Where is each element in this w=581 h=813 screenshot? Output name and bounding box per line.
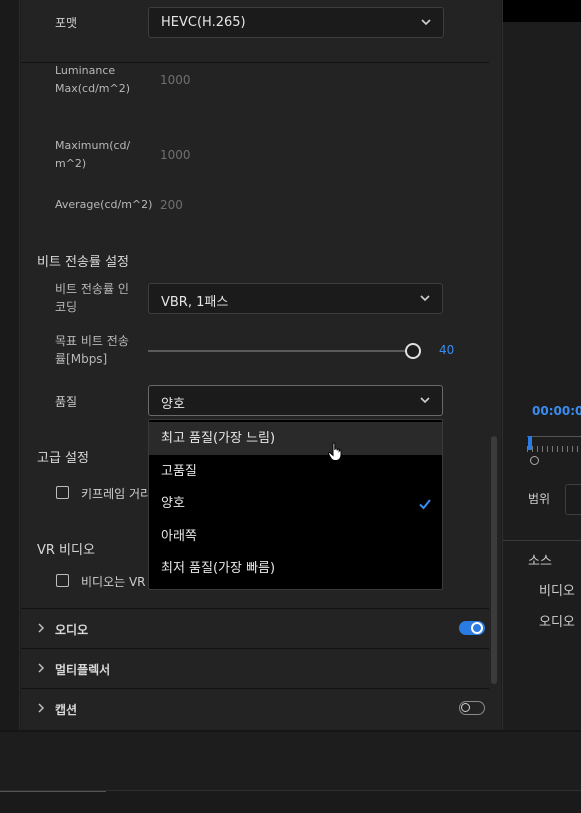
chevron-right-icon <box>38 663 45 673</box>
quality-option[interactable]: 양호 <box>149 487 442 520</box>
quality-select-value: 양호 <box>161 397 185 412</box>
advanced-section-title: 고급 설정 <box>37 451 89 466</box>
bottom-tab-indicator <box>0 791 106 792</box>
captions-section-label: 캡션 <box>55 703 78 717</box>
audio-section-label: 오디오 <box>55 623 89 637</box>
target-bitrate-value[interactable]: 40 <box>439 343 454 357</box>
quality-select[interactable]: 양호 <box>148 385 443 416</box>
source-audio-label: 오디오 <box>539 615 575 630</box>
target-bitrate-label: 목표 비트 전송 률[Mbps] <box>55 334 129 366</box>
toggle-knob <box>461 703 470 712</box>
vr-section-title: VR 비디오 <box>37 543 95 558</box>
chevron-right-icon <box>38 623 45 633</box>
source-label: 소스 <box>528 554 552 569</box>
keyframe-checkbox-label: 키프레임 거리 <box>81 487 152 501</box>
left-strip <box>0 0 20 730</box>
captions-section-header[interactable]: 캡션 <box>21 689 489 728</box>
status-bar <box>0 790 581 813</box>
panel-scrollbar[interactable] <box>491 436 497 684</box>
quality-dropdown-menu: 최고 품질(가장 느림) 고품질 양호 아래쪽 최저 품질(가장 빠름) <box>148 419 443 590</box>
preview-pane: 00:00:00 범위 소스 비디오 오디오 <box>502 0 581 730</box>
playhead-marker[interactable] <box>528 436 532 450</box>
format-label: 포맷 <box>55 16 78 30</box>
luminance-max-value[interactable]: 1000 <box>160 73 191 87</box>
format-select[interactable]: HEVC(H.265) <box>148 7 444 38</box>
range-label: 범위 <box>528 492 551 506</box>
average-label: Average(cd/m^2) <box>55 198 153 211</box>
maximum-label: Maximum(cd/ m^2) <box>55 139 131 170</box>
preview-header-bar <box>503 0 581 22</box>
quality-option[interactable]: 아래쪽 <box>149 520 442 553</box>
toggle-knob <box>471 622 483 634</box>
quality-option[interactable]: 최고 품질(가장 느림) <box>149 422 442 455</box>
audio-section-header[interactable]: 오디오 <box>21 609 489 648</box>
luminance-max-label: Luminance Max(cd/m^2) <box>55 64 130 95</box>
multiplexer-section-label: 멀티플렉서 <box>55 663 111 677</box>
bitrate-encoding-label: 비트 전송률 인 코딩 <box>55 282 129 314</box>
divider <box>503 540 581 541</box>
range-select[interactable] <box>565 484 581 515</box>
multiplexer-section-header[interactable]: 멀티플렉서 <box>21 649 489 688</box>
maximum-value[interactable]: 1000 <box>160 148 191 162</box>
target-bitrate-slider-knob[interactable] <box>405 343 421 359</box>
format-select-value: HEVC(H.265) <box>161 15 246 30</box>
average-value[interactable]: 200 <box>160 198 183 212</box>
captions-toggle[interactable] <box>459 701 485 715</box>
vr-checkbox-label: 비디오는 VR <box>81 575 146 589</box>
target-bitrate-slider-track[interactable] <box>148 350 408 352</box>
quality-label: 품질 <box>55 395 78 409</box>
in-point-handle[interactable] <box>530 456 539 465</box>
chevron-right-icon <box>38 703 45 713</box>
checkmark-icon <box>419 499 431 510</box>
bitrate-section-title: 비트 전송률 설정 <box>37 255 129 270</box>
bitrate-encoding-value: VBR, 1패스 <box>161 295 229 310</box>
hand-cursor-icon <box>327 442 342 461</box>
timeline-ticks <box>527 446 581 452</box>
bitrate-encoding-select[interactable]: VBR, 1패스 <box>148 283 443 314</box>
keyframe-checkbox[interactable] <box>56 486 69 499</box>
audio-toggle[interactable] <box>459 621 485 635</box>
chevron-down-icon <box>420 397 430 404</box>
timecode-display[interactable]: 00:00:00 <box>532 404 581 418</box>
chevron-down-icon <box>421 19 431 26</box>
source-video-label: 비디오 <box>539 584 575 599</box>
quality-option[interactable]: 최저 품질(가장 빠름) <box>149 552 442 585</box>
quality-option[interactable]: 고품질 <box>149 455 442 488</box>
chevron-down-icon <box>420 295 430 302</box>
vr-checkbox[interactable] <box>56 574 69 587</box>
